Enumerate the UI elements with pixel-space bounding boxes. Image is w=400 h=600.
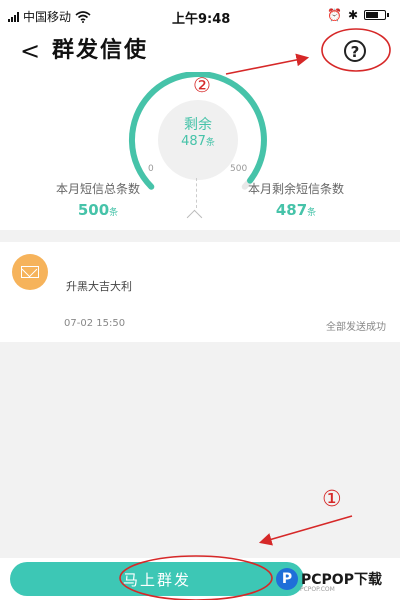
gauge-center: 剩余 487条 — [158, 100, 238, 180]
dashed-divider — [196, 178, 197, 208]
wifi-icon — [75, 10, 91, 23]
stat-total-value: 500条 — [77, 201, 119, 219]
battery-icon — [364, 10, 389, 20]
nav-bar: < 群发信使 — [0, 32, 400, 72]
stat-total: 本月短信总条数 500条 — [48, 180, 148, 219]
status-time: 上午9:48 — [172, 12, 231, 27]
stat-remaining-label: 本月剩余短信条数 — [247, 182, 344, 196]
page-title: 群发信使 — [52, 38, 149, 63]
envelope-icon — [12, 254, 48, 290]
stat-remaining: 本月剩余短信条数 487条 — [236, 180, 356, 219]
status-left: 中国移动 — [8, 8, 91, 25]
watermark-logo: P — [276, 568, 298, 590]
message-text: 升黑大吉大利 — [66, 280, 132, 293]
message-time: 07-02 15:50 — [64, 318, 126, 329]
watermark-subtext: PCPOP.COM — [300, 586, 335, 593]
alarm-icon: ⏰ — [326, 8, 342, 22]
stat-total-label: 本月短信总条数 — [55, 182, 140, 196]
stat-remaining-value: 487条 — [275, 201, 317, 219]
gauge-remaining-value: 487条 — [181, 134, 215, 149]
carrier-name: 中国移动 — [23, 10, 72, 24]
section-gap — [0, 230, 400, 242]
battery-fill — [366, 12, 378, 18]
gauge-remaining-label: 剩余 — [184, 117, 212, 133]
message-status: 全部发送成功 — [326, 322, 386, 333]
status-bar: 中国移动 上午9:48 ⏰ ✱ — [0, 0, 400, 32]
status-right: ⏰ ✱ — [326, 8, 389, 22]
bluetooth-icon: ✱ — [347, 8, 358, 22]
gauge-min-label: 0 — [148, 164, 154, 174]
message-card[interactable]: 升黑大吉大利 07-02 15:50 全部发送成功 — [0, 242, 400, 342]
signal-icon — [8, 11, 19, 22]
help-button[interactable]: ? — [344, 40, 366, 62]
back-button[interactable]: < — [20, 36, 40, 66]
send-now-button[interactable]: 马上群发 — [10, 562, 304, 596]
empty-area — [0, 342, 400, 558]
gauge-max-label: 500 — [230, 164, 248, 174]
